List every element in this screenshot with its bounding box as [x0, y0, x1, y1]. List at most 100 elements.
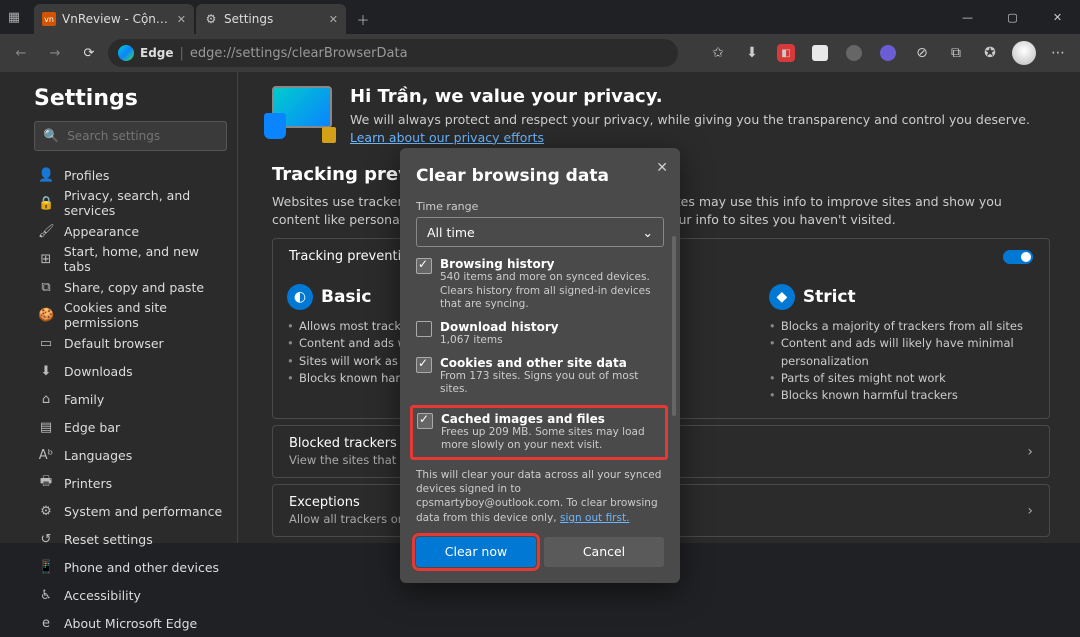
sidebar-item[interactable]: ⚙System and performance: [34, 497, 227, 525]
nav-label: Accessibility: [64, 588, 141, 603]
nav-icon: ⌂: [38, 392, 54, 407]
tab-well: vn VnReview - Cộng đồng đánh giá ✕ ⚙ Set…: [28, 0, 378, 34]
sidebar-item[interactable]: 🔒Privacy, search, and services: [34, 189, 227, 217]
collections-button[interactable]: ⧉: [940, 37, 972, 69]
sidebar-item[interactable]: ⊞Start, home, and new tabs: [34, 245, 227, 273]
nav-icon: ▤: [38, 420, 54, 435]
search-icon: 🔍: [43, 129, 59, 144]
nav-icon: ♿: [38, 588, 54, 603]
cancel-button[interactable]: Cancel: [544, 537, 664, 567]
time-range-select[interactable]: All time ⌄: [416, 217, 664, 247]
sidebar-item[interactable]: ♿ Accessibility: [34, 581, 227, 609]
performance-button[interactable]: ⊘: [906, 37, 938, 69]
page-title: Settings: [34, 86, 227, 111]
toolbar: ← → ⟳ Edge | edge://settings/clearBrowse…: [0, 34, 1080, 72]
sidebar-item[interactable]: 🍪Cookies and site permissions: [34, 301, 227, 329]
menu-button[interactable]: ⋯: [1042, 37, 1074, 69]
clear-option[interactable]: Cookies and other site dataFrom 173 site…: [416, 356, 664, 397]
downloads-button[interactable]: ⬇: [736, 37, 768, 69]
clear-option[interactable]: Download history1,067 items: [416, 320, 664, 348]
checkbox[interactable]: [417, 413, 433, 429]
clear-now-button[interactable]: Clear now: [416, 537, 536, 567]
strict-icon: ◆: [769, 284, 795, 310]
nav-icon: 🖌: [38, 224, 54, 239]
checkbox[interactable]: [416, 321, 432, 337]
address-bar[interactable]: Edge | edge://settings/clearBrowserData: [108, 39, 678, 67]
extension-button[interactable]: [872, 37, 904, 69]
privacy-link[interactable]: Learn about our privacy efforts: [350, 130, 544, 145]
sidebar-item[interactable]: 👤Profiles: [34, 161, 227, 189]
refresh-button[interactable]: ⟳: [74, 38, 104, 68]
favorites-button[interactable]: ✩: [702, 37, 734, 69]
search-input[interactable]: [67, 129, 218, 143]
search-settings[interactable]: 🔍: [34, 121, 227, 151]
nav-label: Profiles: [64, 168, 109, 183]
option-sub: 1,067 items: [440, 334, 559, 348]
chevron-down-icon: ⌄: [643, 225, 653, 240]
sidebar-item[interactable]: ⌂Family: [34, 385, 227, 413]
sidebar-item[interactable]: eAbout Microsoft Edge: [34, 609, 227, 637]
tab-settings[interactable]: ⚙ Settings ✕: [196, 4, 346, 34]
tab-vnreview[interactable]: vn VnReview - Cộng đồng đánh giá ✕: [34, 4, 194, 34]
close-icon[interactable]: ✕: [329, 13, 338, 26]
maximize-button[interactable]: ▢: [990, 0, 1035, 34]
extensions-button[interactable]: ✪: [974, 37, 1006, 69]
tracking-toggle[interactable]: [1003, 250, 1033, 264]
titlebar: ▦ vn VnReview - Cộng đồng đánh giá ✕ ⚙ S…: [0, 0, 1080, 34]
chevron-right-icon: ›: [1027, 503, 1033, 519]
nav-icon: ▭: [38, 336, 54, 351]
close-window-button[interactable]: ✕: [1035, 0, 1080, 34]
time-range-label: Time range: [416, 200, 664, 213]
profile-button[interactable]: [1008, 37, 1040, 69]
nav-icon: 🔒: [38, 196, 54, 211]
nav-icon: ⬇: [38, 364, 54, 379]
sidebar-item[interactable]: 📱Phone and other devices: [34, 553, 227, 581]
address-url: edge://settings/clearBrowserData: [190, 46, 408, 61]
avatar: [1012, 41, 1036, 65]
checkbox[interactable]: [416, 258, 432, 274]
nav-label: Start, home, and new tabs: [64, 244, 227, 274]
clear-option[interactable]: Browsing history540 items and more on sy…: [416, 257, 664, 312]
tracking-card-strict[interactable]: ◆Strict Blocks a majority of trackers fr…: [755, 274, 1049, 418]
nav-icon: e: [38, 616, 54, 631]
hero-title: Hi Trần, we value your privacy.: [350, 86, 1050, 107]
sidebar-item[interactable]: AᵇLanguages: [34, 441, 227, 469]
sidebar-item[interactable]: ⧉Share, copy and paste: [34, 273, 227, 301]
clear-option[interactable]: Cached images and filesFrees up 209 MB. …: [410, 405, 668, 460]
clear-browsing-data-dialog: ✕ Clear browsing data Time range All tim…: [400, 148, 680, 583]
tab-actions-button[interactable]: ▦: [0, 3, 28, 31]
hero-body: We will always protect and respect your …: [350, 112, 1030, 127]
extension-button[interactable]: [838, 37, 870, 69]
minimize-button[interactable]: —: [945, 0, 990, 34]
sidebar-item[interactable]: ↺Reset settings: [34, 525, 227, 553]
nav-icon: ⧉: [38, 280, 54, 295]
nav-label: Default browser: [64, 336, 164, 351]
basic-icon: ◐: [287, 284, 313, 310]
nav-icon: Aᵇ: [38, 448, 54, 463]
nav-label: Cookies and site permissions: [64, 300, 227, 330]
nav-label: System and performance: [64, 504, 222, 519]
nav-label: Printers: [64, 476, 112, 491]
sidebar-item[interactable]: 🖌 Appearance: [34, 217, 227, 245]
back-button[interactable]: ←: [6, 38, 36, 68]
sidebar-item[interactable]: ▤Edge bar: [34, 413, 227, 441]
tab-label: Settings: [224, 12, 323, 26]
close-dialog-button[interactable]: ✕: [656, 160, 668, 176]
nav-label: Downloads: [64, 364, 133, 379]
nav-label: Appearance: [64, 224, 139, 239]
sign-out-link[interactable]: sign out first.: [560, 512, 629, 524]
option-sub: 540 items and more on synced devices. Cl…: [440, 271, 658, 312]
sidebar-item[interactable]: 🖶Printers: [34, 469, 227, 497]
option-title: Download history: [440, 320, 559, 334]
forward-button[interactable]: →: [40, 38, 70, 68]
extension-button[interactable]: ◧: [770, 37, 802, 69]
extension-button[interactable]: [804, 37, 836, 69]
new-tab-button[interactable]: ＋: [348, 4, 378, 34]
dialog-scrollbar[interactable]: [672, 236, 676, 416]
sidebar-item[interactable]: ⬇ Downloads: [34, 357, 227, 385]
close-icon[interactable]: ✕: [177, 13, 186, 26]
checkbox[interactable]: [416, 357, 432, 373]
address-brand: Edge: [140, 46, 174, 60]
sidebar-item[interactable]: ▭ Default browser: [34, 329, 227, 357]
gear-icon: ⚙: [204, 12, 218, 26]
